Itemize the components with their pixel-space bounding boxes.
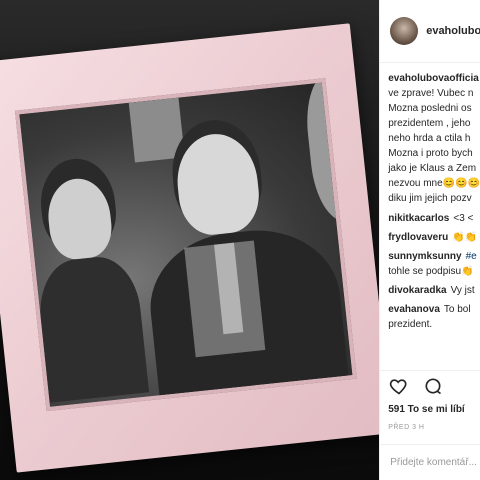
caption-line: Mozna i proto bych [388, 148, 473, 159]
comment-username[interactable]: divokaradka [388, 285, 446, 296]
comment: frydlovaveru 👏👏 [388, 230, 480, 245]
picture-frame [0, 23, 380, 473]
comment-username[interactable]: sunnymksunny [388, 251, 461, 262]
framed-photo [14, 78, 357, 412]
caption-line: diku jim jejich pozv [388, 193, 472, 204]
comments-list: evaholubovaofficia ve zprave! Vubec n Mo… [380, 63, 480, 332]
caption-line: neho hrda a ctila h [388, 133, 471, 144]
action-bar [380, 370, 480, 400]
comment-text: <3 < [453, 213, 474, 224]
caption-line: nezvou mne😊😊😊 [388, 178, 480, 189]
post-time: PŘED 3 H [388, 424, 425, 431]
photo-door [128, 97, 185, 163]
add-comment-input[interactable] [388, 456, 480, 469]
comment-username[interactable]: nikitkacarlos [388, 213, 449, 224]
likes-count[interactable]: 591 To se mi líbí [388, 404, 465, 415]
comment: nikitkacarlos <3 < [388, 211, 480, 226]
comment-text: 👏👏 [452, 232, 478, 243]
comment-username[interactable]: evahanova [388, 304, 440, 315]
comment-text: prezident. [388, 319, 433, 330]
header-username[interactable]: evaholubo [426, 25, 480, 37]
comment-text: Vy jst [450, 285, 475, 296]
post-header: evaholubo [380, 0, 480, 63]
caption-line: prezidentem , jeho [388, 118, 471, 129]
comment: divokaradka Vy jst [388, 283, 480, 298]
post-photo[interactable] [0, 0, 380, 480]
caption-line: ve zprave! Vubec n [388, 88, 474, 99]
caption-line: Mozna posledni os [388, 103, 472, 114]
instagram-post: evaholubo evaholubovaofficia ve zprave! … [0, 0, 480, 480]
comment-icon[interactable] [422, 375, 444, 397]
caption: evaholubovaofficia ve zprave! Vubec n Mo… [388, 71, 480, 206]
hashtag-link[interactable]: #e [466, 251, 477, 262]
post-side-panel: evaholubo evaholubovaofficia ve zprave! … [379, 0, 480, 480]
caption-line: jako je Klaus a Zem [388, 163, 477, 174]
comment-text: To bol [443, 304, 471, 315]
comment: evahanova To bol prezident. [388, 302, 480, 332]
glass-glare [184, 240, 266, 358]
comment-username[interactable]: frydlovaveru [388, 232, 448, 243]
heart-icon[interactable] [388, 375, 410, 397]
comment-text: tohle se podpisu👏 [388, 266, 474, 277]
comment: sunnymksunny #e tohle se podpisu👏 [388, 249, 480, 279]
caption-username[interactable]: evaholubovaofficia [388, 71, 480, 86]
avatar[interactable] [390, 17, 419, 45]
add-comment-bar [380, 444, 480, 480]
